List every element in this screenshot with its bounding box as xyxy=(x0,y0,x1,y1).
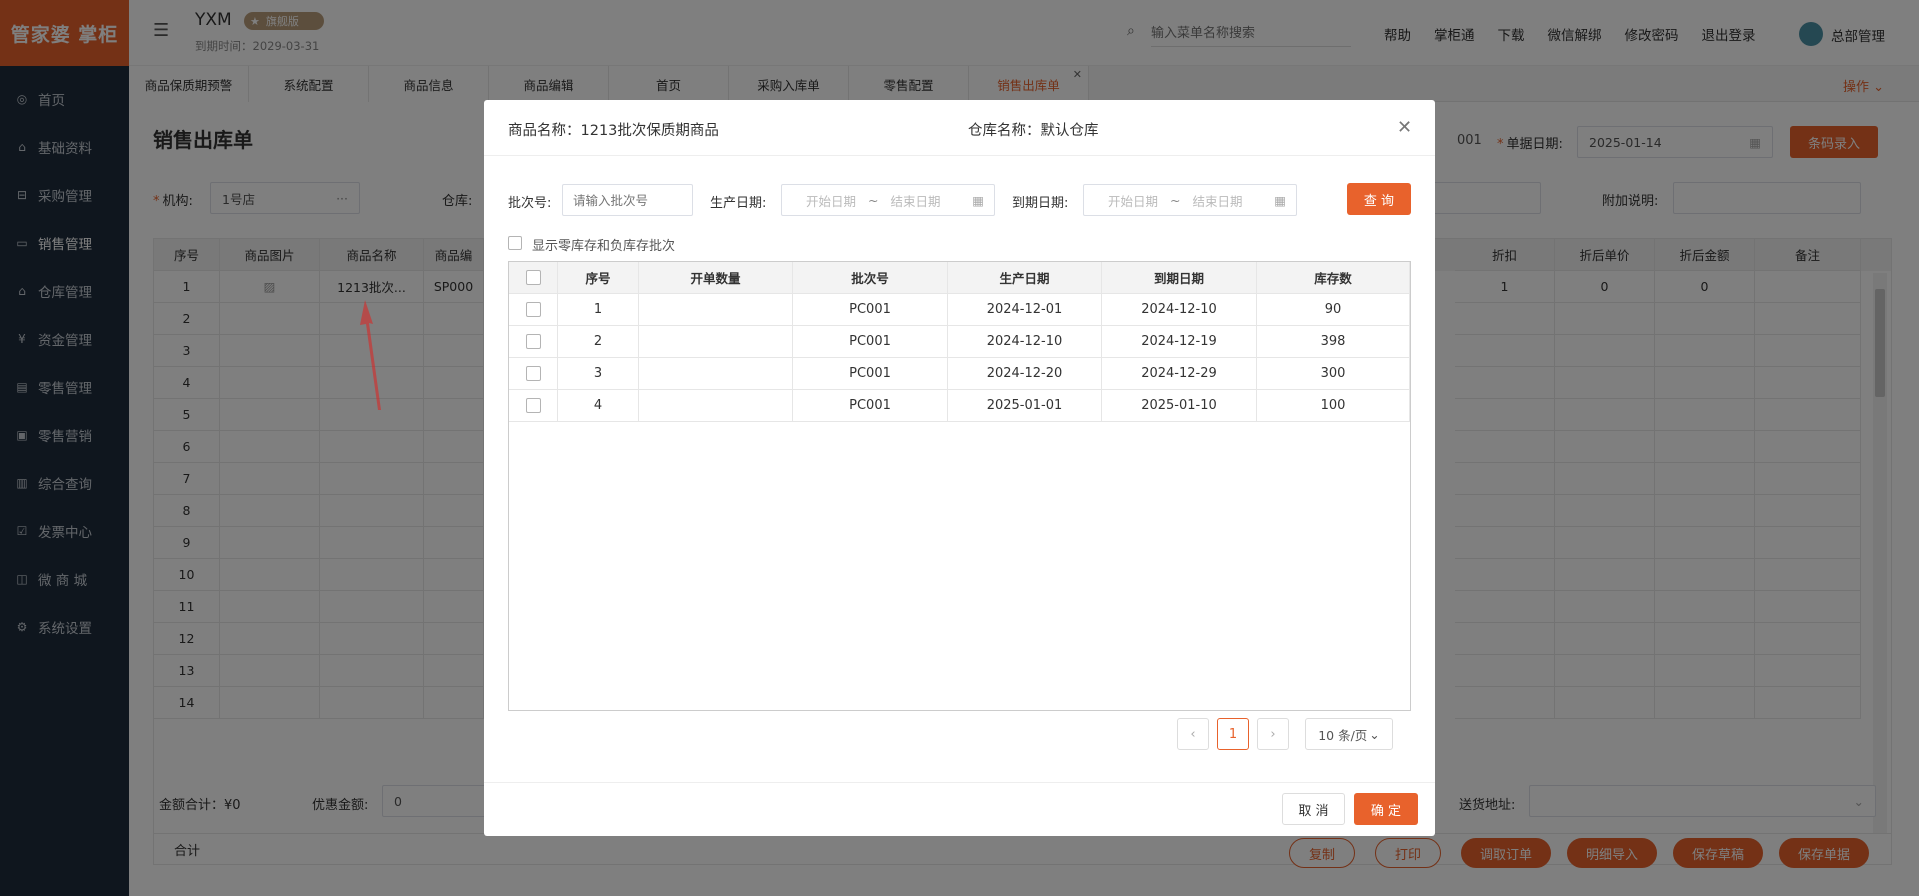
calendar-icon: ▦ xyxy=(1274,192,1286,208)
table-cell: 398 xyxy=(1257,326,1410,358)
prod-date-label: 生产日期: xyxy=(710,196,767,211)
table-cell: 2024-12-10 xyxy=(1102,294,1257,326)
modal-footer-divider xyxy=(484,782,1435,783)
page-1-button[interactable]: 1 xyxy=(1217,718,1249,750)
table-cell: 300 xyxy=(1257,358,1410,390)
show-zero-stock-checkbox[interactable] xyxy=(508,236,522,250)
table-cell: 3 xyxy=(558,358,639,390)
table-row[interactable]: 2 PC001 2024-12-10 2024-12-19 398 xyxy=(509,326,1410,358)
table-cell: 2025-01-10 xyxy=(1102,390,1257,422)
query-button[interactable]: 查 询 xyxy=(1347,183,1411,215)
table-cell: 4 xyxy=(558,390,639,422)
calendar-icon: ▦ xyxy=(972,192,984,208)
batch-input[interactable] xyxy=(562,184,693,216)
chevron-down-icon: ⌄ xyxy=(1369,726,1380,742)
page-size-select[interactable]: 10 条/页 ⌄ xyxy=(1305,718,1393,750)
table-cell: 100 xyxy=(1257,390,1410,422)
qty-input[interactable] xyxy=(639,358,793,390)
exp-date-label: 到期日期: xyxy=(1012,196,1069,211)
row-select-cell xyxy=(509,326,558,358)
row-select-cell xyxy=(509,294,558,326)
column-header: 序号 xyxy=(558,262,639,294)
table-cell: 2024-12-10 xyxy=(948,326,1102,358)
close-icon[interactable]: ✕ xyxy=(1397,117,1412,138)
column-header: 批次号 xyxy=(793,262,948,294)
qty-input[interactable] xyxy=(639,294,793,326)
table-cell: PC001 xyxy=(793,326,948,358)
table-row[interactable]: 1 PC001 2024-12-01 2024-12-10 90 xyxy=(509,294,1410,326)
table-cell: PC001 xyxy=(793,390,948,422)
cancel-button[interactable]: 取 消 xyxy=(1282,793,1345,825)
table-cell: PC001 xyxy=(793,358,948,390)
select-all-checkbox[interactable] xyxy=(525,270,541,285)
exp-date-range[interactable]: 开始日期 ~ 结束日期 ▦ xyxy=(1083,184,1297,216)
modal-header-divider xyxy=(484,155,1435,156)
table-cell: PC001 xyxy=(793,294,948,326)
row-select-cell xyxy=(509,390,558,422)
table-cell: 2025-01-01 xyxy=(948,390,1102,422)
qty-input[interactable] xyxy=(639,326,793,358)
row-checkbox[interactable] xyxy=(525,366,541,381)
batch-select-dialog: 商品名称：1213批次保质期商品 仓库名称：默认仓库 ✕ 批次号: 生产日期: … xyxy=(484,100,1435,836)
table-row[interactable]: 3 PC001 2024-12-20 2024-12-29 300 xyxy=(509,358,1410,390)
annotation-arrow xyxy=(360,300,381,410)
row-checkbox[interactable] xyxy=(525,302,541,317)
table-cell: 2024-12-20 xyxy=(948,358,1102,390)
row-checkbox[interactable] xyxy=(525,334,541,349)
table-cell: 2024-12-01 xyxy=(948,294,1102,326)
column-header: 到期日期 xyxy=(1102,262,1257,294)
prev-page-button[interactable]: ‹ xyxy=(1177,718,1209,750)
qty-input[interactable] xyxy=(639,390,793,422)
column-header: 生产日期 xyxy=(948,262,1102,294)
select-all-cell xyxy=(509,262,558,294)
table-cell: 2024-12-29 xyxy=(1102,358,1257,390)
batch-table: 序号 开单数量 批次号 生产日期 到期日期 库存数 1 PC001 2024-12-01 202… xyxy=(508,261,1411,711)
table-cell: 90 xyxy=(1257,294,1410,326)
prod-date-range[interactable]: 开始日期 ~ 结束日期 ▦ xyxy=(781,184,995,216)
confirm-button[interactable]: 确 定 xyxy=(1354,793,1418,825)
batch-label: 批次号: xyxy=(508,196,552,211)
modal-product-name: 商品名称：1213批次保质期商品 xyxy=(508,123,719,139)
row-select-cell xyxy=(509,358,558,390)
row-checkbox[interactable] xyxy=(525,398,541,413)
column-header: 开单数量 xyxy=(639,262,793,294)
table-row[interactable]: 4 PC001 2025-01-01 2025-01-10 100 xyxy=(509,390,1410,422)
table-cell: 2 xyxy=(558,326,639,358)
modal-warehouse-name: 仓库名称：默认仓库 xyxy=(968,123,1099,139)
table-cell: 2024-12-19 xyxy=(1102,326,1257,358)
table-cell: 1 xyxy=(558,294,639,326)
column-header: 库存数 xyxy=(1257,262,1410,294)
show-zero-stock-label: 显示零库存和负库存批次 xyxy=(532,239,676,254)
next-page-button[interactable]: › xyxy=(1257,718,1289,750)
